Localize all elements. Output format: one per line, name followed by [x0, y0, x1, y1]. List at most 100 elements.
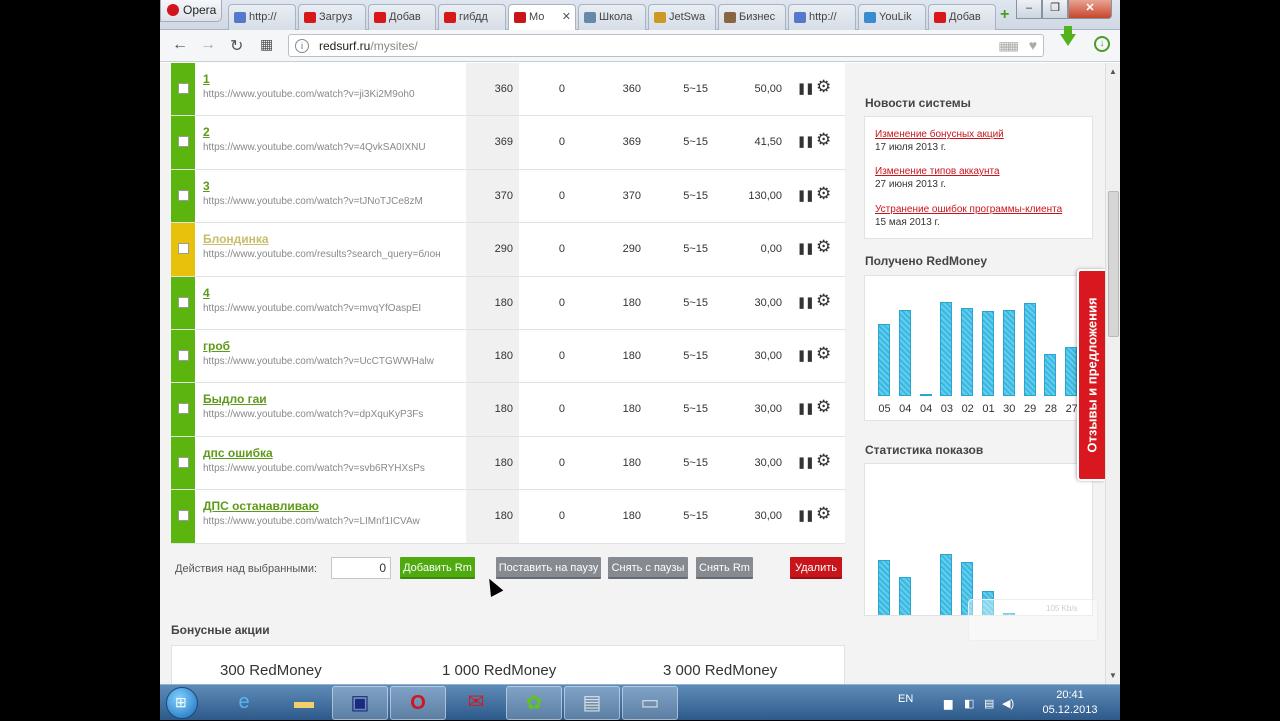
chart-bar[interactable] [898, 310, 911, 396]
gear-icon[interactable]: ⚙ [816, 77, 831, 97]
forward-arrow-icon[interactable]: → [200, 36, 216, 54]
row-checkbox[interactable] [178, 510, 189, 522]
news-link[interactable]: Устранение ошибок программы-клиента [875, 204, 1062, 215]
chart-bar[interactable] [878, 324, 890, 396]
gear-icon[interactable]: ⚙ [816, 130, 831, 150]
pause-icon[interactable]: ❚❚ [797, 509, 814, 522]
gear-icon[interactable]: ⚙ [816, 291, 831, 311]
chart-bar[interactable] [878, 560, 890, 615]
chart-bar[interactable] [1044, 354, 1057, 396]
back-arrow-icon[interactable]: ← [172, 36, 188, 54]
icq-taskbar-icon[interactable]: ✿ [506, 686, 562, 720]
site-name-link[interactable]: 1 [203, 72, 210, 86]
gear-icon[interactable]: ⚙ [816, 451, 831, 471]
chart-bar[interactable] [1065, 347, 1078, 396]
save-taskbar-icon[interactable]: ▣ [332, 686, 388, 720]
address-field[interactable]: i redsurf.ru/mysites/ ▦▦ ♥ [288, 34, 1044, 57]
flag-icon[interactable]: ▆ [944, 697, 952, 710]
minimize-button[interactable]: – [1016, 0, 1042, 19]
pause-button[interactable]: Поставить на паузу [496, 557, 601, 579]
chart-bar[interactable] [982, 311, 994, 396]
site-name-link[interactable]: Быдло гаи [203, 392, 267, 406]
chart-bar[interactable] [919, 394, 932, 396]
browser-tab[interactable]: Мо ✕ [508, 4, 576, 31]
browser-tab[interactable]: Добав [368, 4, 436, 30]
browser-tab[interactable]: гибдд [438, 4, 506, 30]
site-info-icon[interactable]: i [295, 39, 309, 53]
site-name-link[interactable]: 3 [203, 179, 210, 193]
scroll-up-icon[interactable]: ▲ [1109, 67, 1117, 76]
site-name-link[interactable]: ДПС останавливаю [203, 499, 319, 513]
delete-button[interactable]: Удалить [790, 557, 842, 579]
start-button[interactable]: ⊞ [166, 687, 198, 719]
scroll-down-icon[interactable]: ▼ [1109, 671, 1117, 680]
tray-icon[interactable]: ◧ [964, 697, 974, 710]
bonus-value[interactable]: 3 000 RedMoney [663, 662, 777, 679]
vertical-scrollbar[interactable]: ▲ ▼ [1105, 63, 1120, 684]
chart-bar[interactable] [1023, 303, 1036, 396]
recorder-taskbar-icon[interactable]: ▭ [622, 686, 678, 720]
browser-tab[interactable]: YouLik [858, 4, 926, 30]
site-name-link[interactable]: дпс ошибка [203, 446, 273, 460]
pause-icon[interactable]: ❚❚ [797, 242, 814, 255]
close-window-button[interactable]: ✕ [1068, 0, 1112, 19]
bonus-value[interactable]: 1 000 RedMoney [442, 662, 556, 679]
chart-bar[interactable] [898, 577, 911, 615]
feedback-tab[interactable]: Отзывы и предложения [1077, 269, 1105, 481]
opera-menu-button[interactable]: Opera [160, 0, 222, 22]
chart-bar[interactable] [961, 308, 974, 396]
download-icon[interactable] [1060, 26, 1076, 46]
chart-bar[interactable] [940, 554, 953, 615]
pause-icon[interactable]: ❚❚ [797, 189, 814, 202]
volume-icon[interactable]: ◀) [1002, 697, 1014, 710]
browser-tab[interactable]: JetSwa [648, 4, 716, 30]
speed-dial-add-icon[interactable]: ▦▦ [998, 39, 1019, 53]
pause-icon[interactable]: ❚❚ [797, 135, 814, 148]
opera-taskbar-icon[interactable]: O [390, 686, 446, 720]
tab-close-icon[interactable]: ✕ [562, 10, 571, 23]
rm-amount-input[interactable] [331, 557, 391, 579]
mail-taskbar-icon[interactable]: ✉ [448, 686, 504, 720]
network-icon[interactable]: ▤ [984, 697, 994, 710]
browser-tab[interactable]: http:// [788, 4, 856, 30]
ie-taskbar-icon[interactable]: e [216, 686, 272, 720]
unpause-button[interactable]: Снять с паузы [608, 557, 688, 579]
remove-rm-button[interactable]: Снять Rm [696, 557, 753, 579]
news-link[interactable]: Изменение типов аккаунта [875, 166, 1000, 177]
browser-tab[interactable]: Бизнес [718, 4, 786, 30]
row-checkbox[interactable] [178, 349, 189, 361]
row-checkbox[interactable] [178, 83, 189, 94]
add-rm-button[interactable]: Добавить Rm [400, 557, 475, 579]
update-icon[interactable]: ↓ [1094, 36, 1110, 52]
scroll-thumb[interactable] [1108, 191, 1119, 337]
chart-bar[interactable] [940, 302, 953, 396]
browser-tab[interactable]: Школа [578, 4, 646, 30]
browser-tab[interactable]: http:// [228, 4, 296, 30]
row-checkbox[interactable] [178, 189, 189, 201]
gear-icon[interactable]: ⚙ [816, 504, 831, 524]
explorer-taskbar-icon[interactable]: ▬ [276, 686, 332, 720]
row-checkbox[interactable] [178, 243, 189, 255]
pause-icon[interactable]: ❚❚ [797, 456, 814, 469]
row-checkbox[interactable] [178, 403, 189, 415]
row-checkbox[interactable] [178, 456, 189, 468]
gear-icon[interactable]: ⚙ [816, 184, 831, 204]
pause-icon[interactable]: ❚❚ [797, 349, 814, 362]
language-indicator[interactable]: EN [898, 693, 913, 705]
pause-icon[interactable]: ❚❚ [797, 82, 814, 95]
maximize-button[interactable]: ❐ [1042, 0, 1068, 19]
news-link[interactable]: Изменение бонусных акций [875, 129, 1004, 140]
gear-icon[interactable]: ⚙ [816, 397, 831, 417]
gear-icon[interactable]: ⚙ [816, 237, 831, 257]
heart-icon[interactable]: ♥ [1029, 37, 1037, 53]
browser-tab[interactable]: Загруз [298, 4, 366, 30]
reload-icon[interactable]: ↻ [230, 36, 243, 56]
gear-icon[interactable]: ⚙ [816, 344, 831, 364]
speed-dial-icon[interactable]: ▦ [260, 36, 273, 53]
video-editor-taskbar-icon[interactable]: ▤ [564, 686, 620, 720]
clock[interactable]: 20:41 05.12.2013 [1040, 688, 1100, 718]
pause-icon[interactable]: ❚❚ [797, 296, 814, 309]
site-name-link[interactable]: гроб [203, 339, 230, 353]
row-checkbox[interactable] [178, 296, 189, 308]
site-name-link[interactable]: Блондинка [203, 232, 269, 246]
